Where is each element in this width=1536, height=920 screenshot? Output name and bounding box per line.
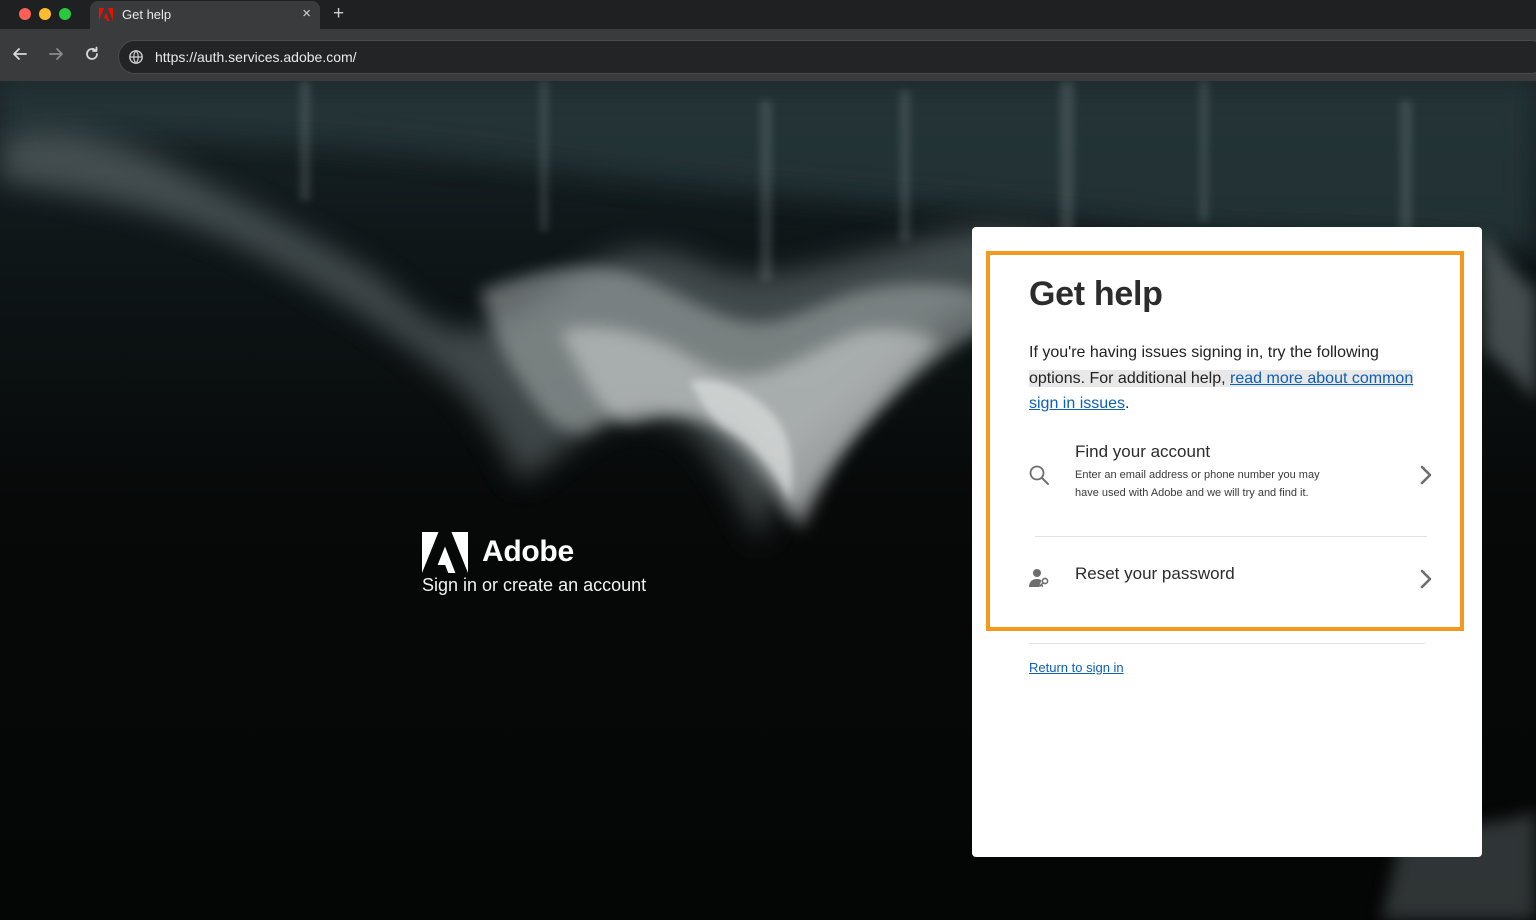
- search-icon: [1029, 465, 1049, 485]
- window-maximize-button[interactable]: [59, 8, 71, 20]
- back-arrow-icon[interactable]: [11, 45, 29, 63]
- return-to-sign-in-link[interactable]: Return to sign in: [1029, 660, 1124, 675]
- user-key-icon: [1029, 569, 1049, 587]
- chevron-right-icon: [1420, 465, 1432, 485]
- get-help-card: Get help If you're having issues signing…: [972, 227, 1482, 857]
- adobe-logo-icon: [422, 532, 468, 573]
- option-divider: [1035, 536, 1427, 537]
- adobe-favicon-icon: [99, 8, 113, 21]
- tab-close-icon[interactable]: ×: [302, 5, 311, 23]
- reload-icon[interactable]: [83, 45, 101, 63]
- address-bar[interactable]: https://auth.services.adobe.com/: [118, 40, 1536, 74]
- chevron-right-icon: [1420, 569, 1432, 589]
- adobe-wordmark: Adobe: [482, 535, 574, 568]
- reset-password-option[interactable]: Reset your password: [1026, 557, 1434, 603]
- tab-title: Get help: [122, 7, 172, 22]
- find-account-title: Find your account: [1075, 442, 1211, 461]
- help-description: If you're having issues signing in, try …: [1029, 340, 1421, 417]
- url-text: https://auth.services.adobe.com/: [155, 49, 357, 65]
- page-title: Get help: [1029, 275, 1163, 313]
- browser-tab-active[interactable]: Get help ×: [90, 1, 320, 29]
- site-info-icon[interactable]: [128, 49, 144, 65]
- forward-arrow-icon[interactable]: [47, 45, 65, 63]
- description-highlighted-text: options. For additional help, read more …: [1029, 369, 1414, 387]
- window-minimize-button[interactable]: [39, 8, 51, 20]
- section-divider: [1029, 643, 1425, 644]
- browser-toolbar: https://auth.services.adobe.com/: [0, 29, 1536, 81]
- description-text-2: options. For additional help,: [1029, 369, 1231, 387]
- reset-password-title: Reset your password: [1075, 564, 1235, 583]
- description-text: If you're having issues signing in, try …: [1029, 344, 1379, 361]
- page-viewport: Adobe Sign in or create an account Get h…: [0, 81, 1536, 920]
- brand-tagline: Sign in or create an account: [422, 575, 647, 595]
- browser-tab-bar: Get help × +: [0, 0, 1536, 29]
- description-end: .: [1125, 395, 1130, 412]
- common-issues-link[interactable]: read more about common: [1230, 370, 1413, 387]
- common-issues-link-continued[interactable]: sign in issues: [1029, 395, 1125, 412]
- window-close-button[interactable]: [19, 8, 31, 20]
- new-tab-button[interactable]: +: [333, 3, 344, 25]
- find-account-option[interactable]: Find your account Enter an email address…: [1026, 435, 1434, 513]
- find-account-subtitle: Enter an email address or phone number y…: [1075, 469, 1320, 499]
